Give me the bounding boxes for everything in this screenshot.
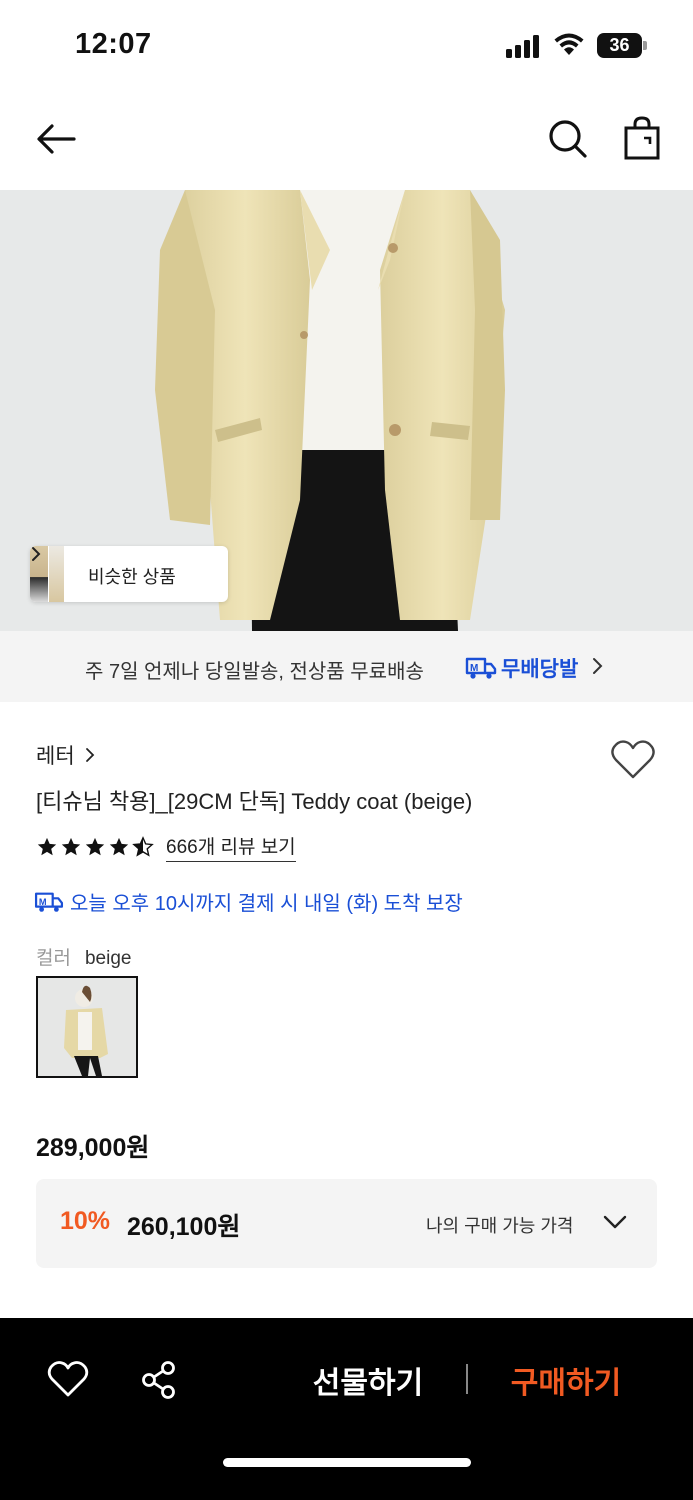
delivery-banner[interactable]: 주 7일 언제나 당일발송, 전상품 무료배송 M 무배당발 [0, 631, 693, 702]
delivery-badge-label: 무배당발 [501, 658, 579, 681]
discount-rate: 10% [60, 1207, 111, 1235]
star-icon [61, 837, 81, 856]
similar-products-button[interactable]: 비슷한 상품 [30, 546, 228, 602]
battery-level: 36 [597, 33, 642, 58]
signal-icon [506, 34, 542, 58]
price-box[interactable]: 10% 260,100원 나의 구매 가능 가격 [36, 1179, 657, 1268]
shopping-bag-icon[interactable] [620, 114, 664, 162]
rating-stars [36, 836, 156, 858]
arrival-guarantee: M 오늘 오후 10시까지 결제 시 내일 (화) 도착 보장 [34, 887, 463, 916]
swatch-photo [38, 978, 136, 1076]
review-link[interactable]: 666개 리뷰 보기 [166, 832, 296, 862]
buy-button[interactable]: 구매하기 [496, 1358, 636, 1402]
star-icon [109, 837, 129, 856]
my-price-label: 나의 구매 가능 가격 [426, 1216, 574, 1236]
color-swatch-beige[interactable] [36, 976, 138, 1078]
star-icon [37, 837, 57, 856]
gift-button[interactable]: 선물하기 [300, 1358, 436, 1402]
heart-icon[interactable] [47, 1360, 89, 1398]
divider [466, 1364, 468, 1394]
similar-products-label: 비슷한 상품 [88, 567, 176, 587]
arrival-text: 오늘 오후 10시까지 결제 시 내일 (화) 도착 보장 [70, 893, 463, 915]
color-row: 컬러 beige [36, 943, 131, 970]
bottom-action-bar: 선물하기 구매하기 [0, 1318, 693, 1500]
discount-price: 260,100원 [127, 1213, 241, 1241]
svg-text:M: M [39, 896, 47, 906]
color-label: 컬러 [36, 948, 71, 969]
free-delivery-badge: M 무배당발 [465, 653, 578, 683]
product-hero-image[interactable]: 비슷한 상품 [0, 190, 693, 631]
search-icon[interactable] [545, 116, 591, 162]
rating-row: 666개 리뷰 보기 [36, 832, 296, 862]
battery-icon: 36 [597, 33, 647, 58]
color-value: beige [84, 948, 132, 969]
product-title: [티슈님 착용]_[29CM 단독] Teddy coat (beige) [36, 789, 473, 814]
chevron-right-icon [32, 547, 41, 561]
svg-text:M: M [470, 663, 478, 674]
status-time: 12:07 [75, 28, 152, 60]
original-price: 289,000원 [36, 1134, 150, 1162]
star-icon [85, 837, 105, 856]
chevron-right-icon [593, 658, 603, 674]
share-icon[interactable] [140, 1360, 178, 1400]
half-star-icon [132, 836, 154, 857]
chevron-down-icon[interactable] [602, 1213, 628, 1231]
chevron-right-icon [85, 748, 94, 762]
nav-bar [0, 90, 693, 190]
heart-icon[interactable] [610, 738, 656, 780]
status-bar: 12:07 36 [0, 0, 693, 90]
brand-name: 레터 [36, 745, 75, 768]
back-arrow-icon[interactable] [34, 116, 80, 162]
home-indicator [223, 1458, 471, 1467]
delivery-truck-icon: M [34, 892, 64, 912]
wifi-icon [554, 33, 584, 55]
delivery-truck-icon: M [465, 657, 497, 679]
brand-link[interactable]: 레터 [36, 740, 95, 770]
delivery-banner-text: 주 7일 언제나 당일발송, 전상품 무료배송 [85, 661, 424, 683]
